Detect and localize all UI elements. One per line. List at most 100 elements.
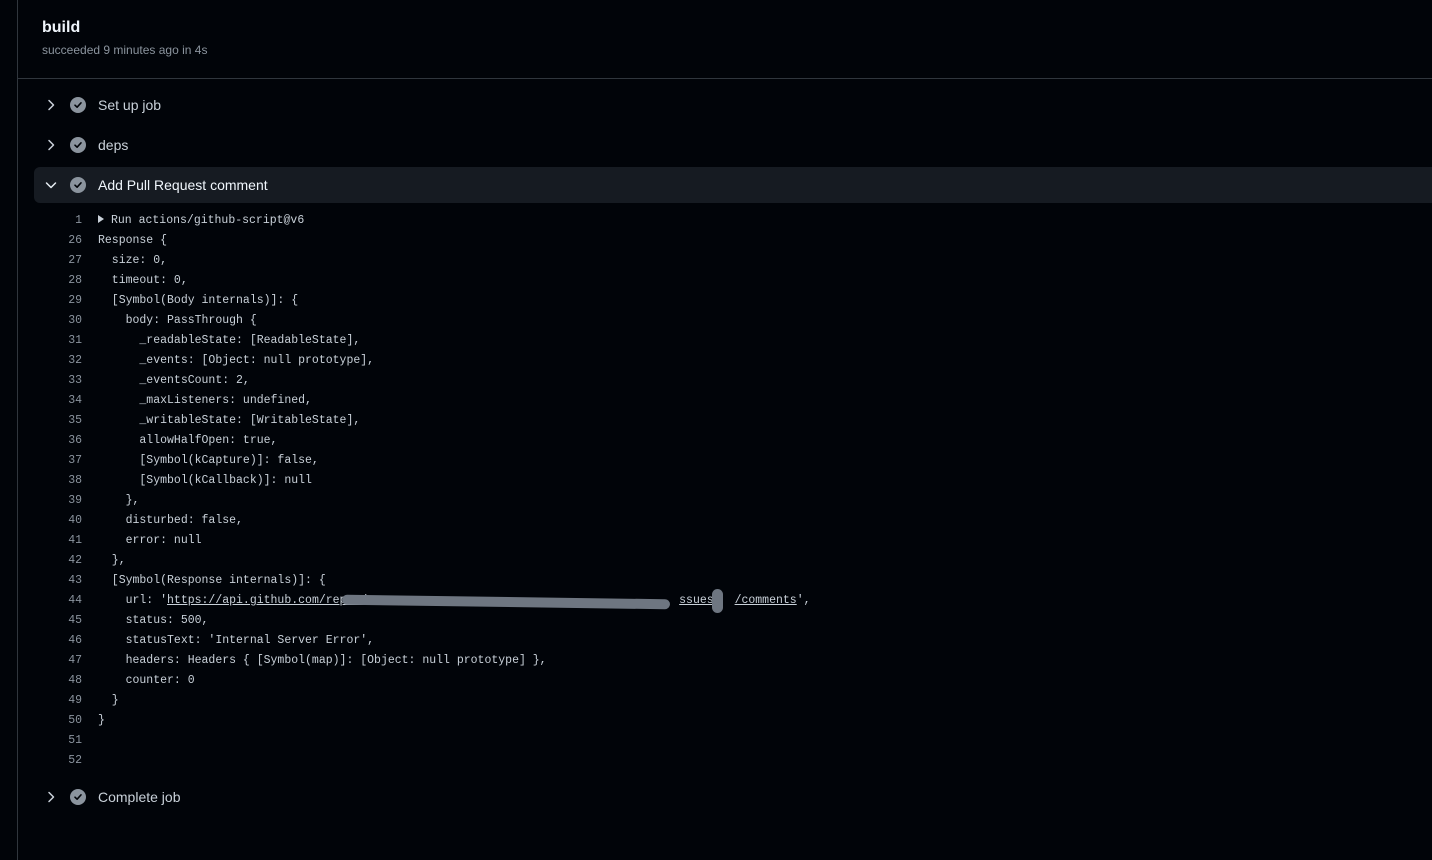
log-line: 34 _maxListeners: undefined, bbox=[34, 391, 1432, 411]
log-line: 45 status: 500, bbox=[34, 611, 1432, 631]
line-number[interactable]: 31 bbox=[34, 331, 82, 351]
log-line: 52 bbox=[34, 751, 1432, 771]
line-number[interactable]: 27 bbox=[34, 251, 82, 271]
chevron-right-icon bbox=[43, 97, 59, 113]
log-line-text: counter: 0 bbox=[98, 674, 195, 687]
line-number[interactable]: 49 bbox=[34, 691, 82, 711]
step-label: deps bbox=[98, 137, 129, 153]
log-line: 30 body: PassThrough { bbox=[34, 311, 1432, 331]
line-number[interactable]: 51 bbox=[34, 731, 82, 751]
step-deps[interactable]: deps bbox=[34, 127, 1432, 163]
check-circle-icon bbox=[70, 789, 86, 805]
log-line-text: } bbox=[98, 714, 105, 727]
log-line-text: } bbox=[98, 694, 119, 707]
step-add-pull-request-comment[interactable]: Add Pull Request comment bbox=[34, 167, 1432, 203]
log-line-text: }, bbox=[98, 494, 140, 507]
job-status: succeeded bbox=[42, 43, 101, 57]
line-number[interactable]: 40 bbox=[34, 511, 82, 531]
log-line: 36 allowHalfOpen: true, bbox=[34, 431, 1432, 451]
line-number[interactable]: 41 bbox=[34, 531, 82, 551]
log-line-text: _writableState: [WritableState], bbox=[98, 414, 361, 427]
log-line: 26 Response { bbox=[34, 231, 1432, 251]
log-line: 39 }, bbox=[34, 491, 1432, 511]
triangle-right-icon bbox=[98, 215, 104, 223]
line-number[interactable]: 46 bbox=[34, 631, 82, 651]
check-circle-icon bbox=[70, 177, 86, 193]
step-label: Set up job bbox=[98, 97, 162, 113]
log-line-text: disturbed: false, bbox=[98, 514, 243, 527]
log-line-text: error: null bbox=[98, 534, 202, 547]
log-line: 31 _readableState: [ReadableState], bbox=[34, 331, 1432, 351]
line-number[interactable]: 34 bbox=[34, 391, 82, 411]
log-line-text: _maxListeners: undefined, bbox=[98, 394, 312, 407]
line-number[interactable]: 47 bbox=[34, 651, 82, 671]
log-line-text: status: 500, bbox=[98, 614, 209, 627]
log-line-text: _eventsCount: 2, bbox=[98, 374, 250, 387]
line-number[interactable]: 28 bbox=[34, 271, 82, 291]
log-line: 40 disturbed: false, bbox=[34, 511, 1432, 531]
line-number[interactable]: 50 bbox=[34, 711, 82, 731]
log-line-text: _events: [Object: null prototype], bbox=[98, 354, 375, 367]
log-line-text: size: 0, bbox=[98, 254, 168, 267]
log-line: 38 [Symbol(kCallback)]: null bbox=[34, 471, 1432, 491]
line-number[interactable]: 45 bbox=[34, 611, 82, 631]
chevron-down-icon bbox=[43, 177, 59, 193]
log-line: 35 _writableState: [WritableState], bbox=[34, 411, 1432, 431]
log-line-text: timeout: 0, bbox=[98, 274, 188, 287]
log-group-line[interactable]: 1 Run actions/github-script@v6 bbox=[34, 211, 1432, 231]
log-line: 29 [Symbol(Body internals)]: { bbox=[34, 291, 1432, 311]
steps-list: Set up job deps Add Pull Request comment bbox=[34, 87, 1432, 819]
log-line: 27 size: 0, bbox=[34, 251, 1432, 271]
line-number[interactable]: 26 bbox=[34, 231, 82, 251]
step-log: 1 Run actions/github-script@v6 26 Respons… bbox=[34, 211, 1432, 771]
line-number[interactable]: 37 bbox=[34, 451, 82, 471]
log-line: 49 } bbox=[34, 691, 1432, 711]
line-number[interactable]: 1 bbox=[34, 211, 82, 231]
log-line: 50} bbox=[34, 711, 1432, 731]
log-line-text: [Symbol(kCallback)]: null bbox=[98, 474, 312, 487]
log-line-text: statusText: 'Internal Server Error', bbox=[98, 634, 375, 647]
line-number[interactable]: 52 bbox=[34, 751, 82, 771]
line-number[interactable]: 35 bbox=[34, 411, 82, 431]
redaction-mark bbox=[712, 589, 723, 613]
step-label: Add Pull Request comment bbox=[98, 177, 268, 193]
log-line: 47 headers: Headers { [Symbol(map)]: [Ob… bbox=[34, 651, 1432, 671]
line-number[interactable]: 36 bbox=[34, 431, 82, 451]
step-set-up-job[interactable]: Set up job bbox=[34, 87, 1432, 123]
log-line: 41 error: null bbox=[34, 531, 1432, 551]
line-number[interactable]: 43 bbox=[34, 571, 82, 591]
log-line: 28 timeout: 0, bbox=[34, 271, 1432, 291]
line-number[interactable]: 44 bbox=[34, 591, 82, 611]
log-line: 48 counter: 0 bbox=[34, 671, 1432, 691]
line-number[interactable]: 42 bbox=[34, 551, 82, 571]
log-line: 37 [Symbol(kCapture)]: false, bbox=[34, 451, 1432, 471]
log-line-text: headers: Headers { [Symbol(map)]: [Objec… bbox=[98, 654, 547, 667]
job-time: 9 minutes ago bbox=[103, 43, 179, 57]
line-number[interactable]: 32 bbox=[34, 351, 82, 371]
check-circle-icon bbox=[70, 97, 86, 113]
line-number[interactable]: 48 bbox=[34, 671, 82, 691]
left-panel-edge bbox=[0, 0, 18, 860]
log-line-text: allowHalfOpen: true, bbox=[98, 434, 278, 447]
step-complete-job[interactable]: Complete job bbox=[34, 779, 1432, 815]
chevron-right-icon bbox=[43, 789, 59, 805]
line-number[interactable]: 38 bbox=[34, 471, 82, 491]
job-title: build bbox=[42, 19, 81, 36]
job-panel: build succeeded 9 minutes ago in 4s Set … bbox=[18, 0, 1432, 860]
log-line: 44 url: 'https://api.github.com/repos/ss… bbox=[34, 589, 1432, 613]
log-line: 33 _eventsCount: 2, bbox=[34, 371, 1432, 391]
line-number[interactable]: 39 bbox=[34, 491, 82, 511]
line-number[interactable]: 33 bbox=[34, 371, 82, 391]
line-number[interactable]: 29 bbox=[34, 291, 82, 311]
line-number[interactable]: 30 bbox=[34, 311, 82, 331]
log-lines: 45 status: 500, 46 statusText: 'Internal … bbox=[34, 611, 1432, 771]
log-line-text: body: PassThrough { bbox=[98, 314, 257, 327]
chevron-right-icon bbox=[43, 137, 59, 153]
log-line-text: Response { bbox=[98, 234, 168, 247]
log-line-text: }, bbox=[98, 554, 126, 567]
log-lines: 26 Response {27 size: 0, 28 timeout: 0, 29 … bbox=[34, 231, 1432, 591]
job-status-line: succeeded 9 minutes ago in 4s bbox=[42, 43, 207, 57]
job-duration: in 4s bbox=[182, 43, 208, 57]
log-line: 51 bbox=[34, 731, 1432, 751]
log-line: 42 }, bbox=[34, 551, 1432, 571]
